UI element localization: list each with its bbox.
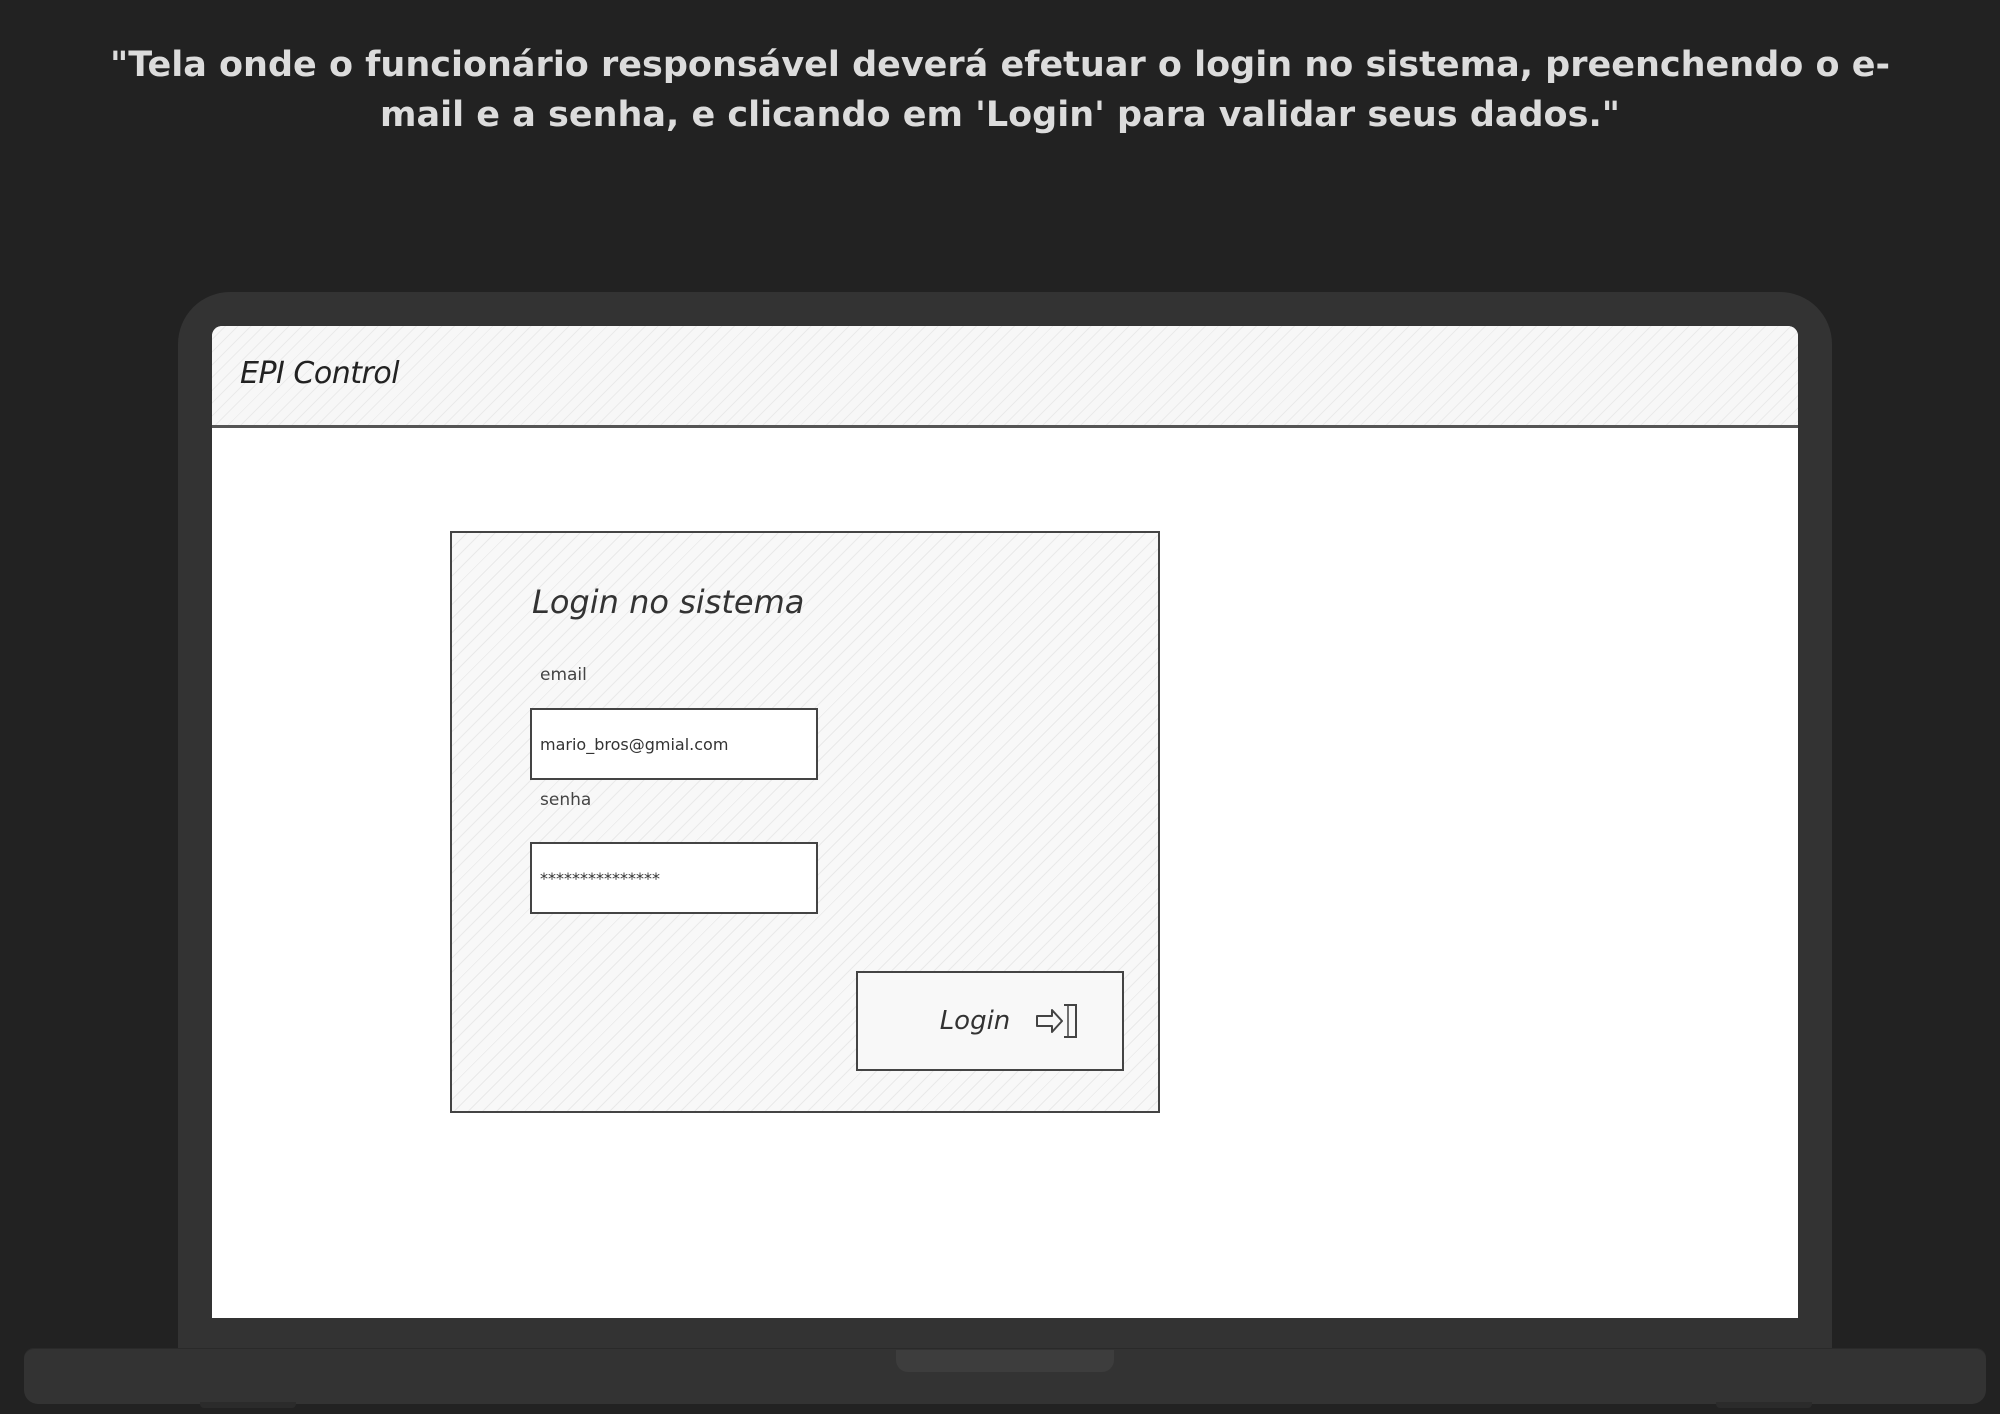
login-button-label: Login	[939, 1006, 1011, 1036]
laptop-foot-right	[1716, 1402, 1812, 1408]
password-field-value: ***************	[540, 868, 660, 888]
login-panel-title: Login no sistema	[532, 583, 805, 621]
email-label: email	[540, 665, 587, 685]
laptop-notch	[896, 1350, 1114, 1372]
email-field-value: mario_bros@gmial.com	[540, 734, 729, 754]
email-field[interactable]: mario_bros@gmial.com	[530, 708, 818, 780]
login-button[interactable]: Login	[856, 971, 1124, 1071]
password-field[interactable]: ***************	[530, 842, 818, 914]
login-panel: Login no sistema email mario_bros@gmial.…	[450, 531, 1160, 1113]
app-header: EPI Control	[212, 326, 1798, 428]
laptop-foot-left	[200, 1402, 296, 1408]
app-title: EPI Control	[240, 356, 400, 391]
page-caption: "Tela onde o funcionário responsável dev…	[110, 45, 1890, 135]
app-screen: EPI Control Login no sistema email mario…	[212, 326, 1798, 1318]
senha-label: senha	[540, 790, 592, 810]
sign-in-icon	[1036, 1004, 1078, 1038]
